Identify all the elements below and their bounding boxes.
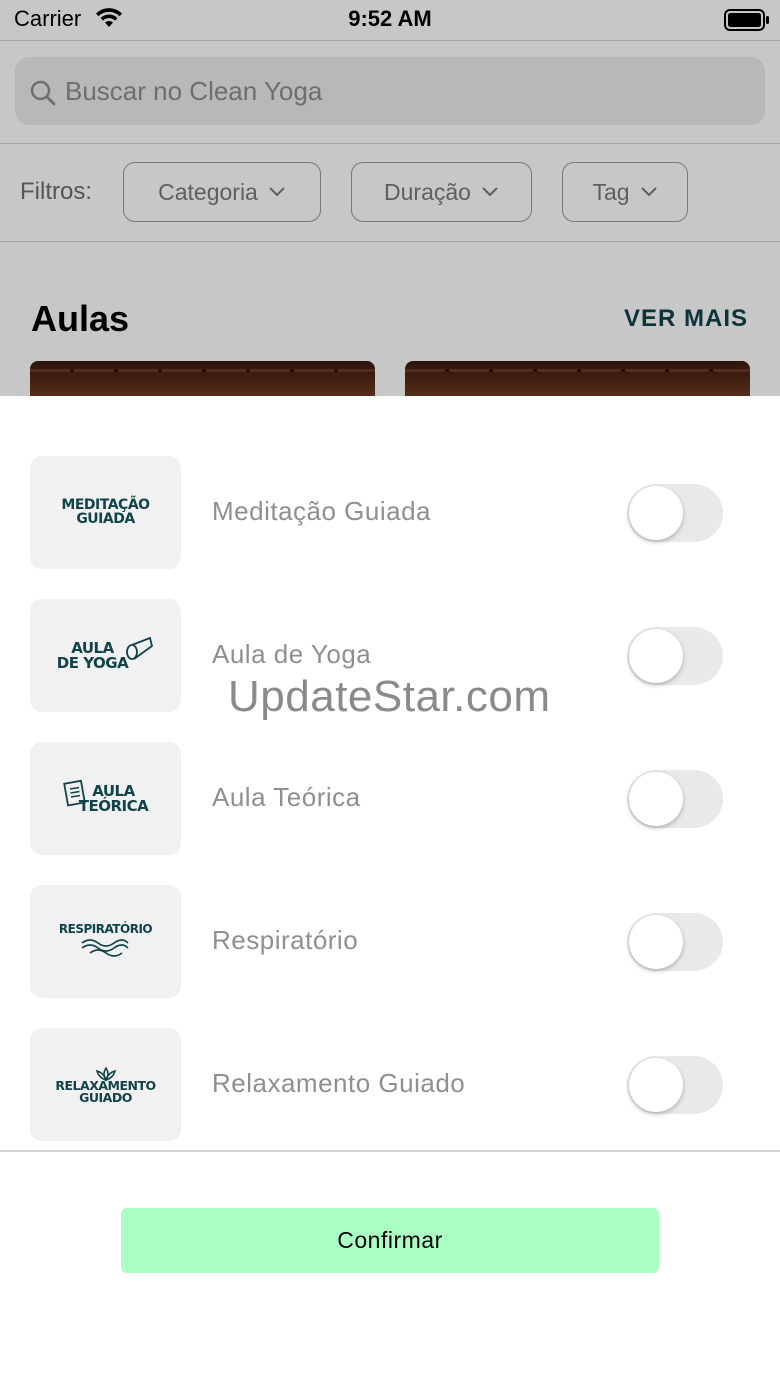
logo-text-line: DE YOGA [56, 653, 129, 672]
logo-text-line: GUIADO [79, 1089, 132, 1105]
option-row-respiratorio: RESPIRATÓRIO Respiratório [0, 885, 780, 999]
relaxamento-guiado-logo: RELAXAMENTO GUIADO [30, 1028, 181, 1141]
option-label: Respiratório [212, 925, 359, 955]
relaxamento-guiado-toggle[interactable] [627, 1056, 723, 1114]
option-row-relaxamento-guiado: RELAXAMENTO GUIADO Relaxamento Guiado [0, 1028, 780, 1142]
meditacao-guiada-logo: MEDITAÇÃO GUIADA [30, 456, 181, 569]
option-label: Relaxamento Guiado [212, 1068, 466, 1098]
option-label: Aula Teórica [212, 782, 361, 812]
respiratorio-logo: RESPIRATÓRIO [30, 885, 181, 998]
respiratorio-toggle[interactable] [627, 913, 723, 971]
watermark: UpdateStar.com [228, 672, 551, 721]
option-label: Aula de Yoga [212, 639, 372, 669]
toggle-knob [629, 486, 683, 540]
logo-text-line: GUIADA [76, 510, 135, 527]
aula-de-yoga-logo: AULA DE YOGA [30, 599, 181, 712]
toggle-knob [629, 772, 683, 826]
aula-de-yoga-toggle[interactable] [627, 627, 723, 685]
yoga-mat-icon [126, 636, 154, 660]
confirm-button[interactable]: Confirmar [121, 1208, 659, 1273]
option-label: Meditação Guiada [212, 496, 432, 526]
sheet-divider [0, 1150, 780, 1152]
toggle-knob [629, 1058, 683, 1112]
aula-teorica-toggle[interactable] [627, 770, 723, 828]
toggle-knob [629, 629, 683, 683]
option-row-aula-teorica: AULA TEÓRICA Aula Teórica [0, 742, 780, 856]
option-row-meditacao-guiada: MEDITAÇÃO GUIADA Meditação Guiada [0, 456, 780, 570]
logo-text-line: TEÓRICA [78, 796, 149, 815]
logo-text-line: RESPIRATÓRIO [58, 921, 153, 936]
aula-teorica-logo: AULA TEÓRICA [30, 742, 181, 855]
meditacao-guiada-toggle[interactable] [627, 484, 723, 542]
breath-wave-icon [82, 939, 130, 957]
toggle-knob [629, 915, 683, 969]
